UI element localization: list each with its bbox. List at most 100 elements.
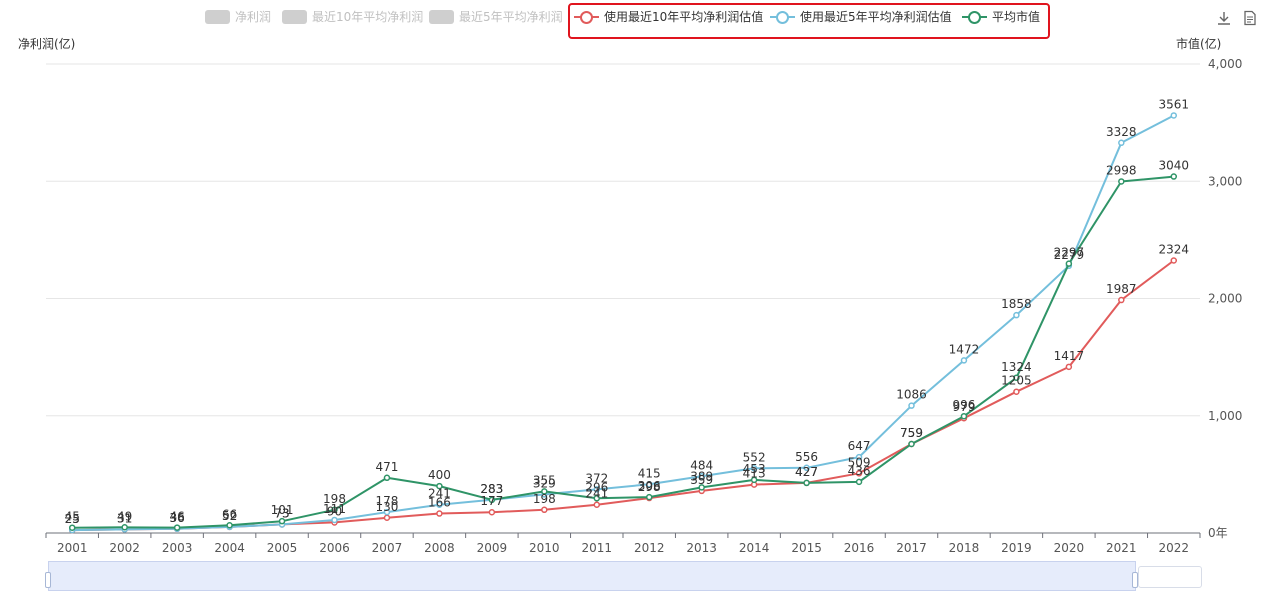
data-point[interactable] <box>1065 363 1073 371</box>
data-point[interactable] <box>1013 311 1020 319</box>
data-point[interactable] <box>908 440 915 448</box>
x-tick-label: 2006 <box>319 541 350 555</box>
x-tick-label: 2020 <box>1054 541 1085 555</box>
x-tick-label: 2004 <box>214 541 245 555</box>
x-tick-label: 2015 <box>791 541 822 555</box>
x-tick-label: 2019 <box>1001 541 1032 555</box>
data-label: 1472 <box>949 342 980 356</box>
data-label: 1417 <box>1054 349 1085 363</box>
data-point[interactable] <box>173 524 181 531</box>
data-label: 241 <box>428 487 451 501</box>
legend-swatch <box>205 9 230 24</box>
data-point[interactable] <box>1170 173 1178 180</box>
left-axis-name: 净利润(亿) <box>18 37 76 51</box>
legend-line-icon <box>770 10 795 24</box>
data-point[interactable] <box>121 524 128 531</box>
y-tick-label: 3,000 <box>1208 174 1242 188</box>
legend-item-valuation-5y[interactable]: 使用最近5年平均净利润估值 <box>770 8 952 25</box>
data-label: 3561 <box>1158 97 1189 111</box>
data-point[interactable] <box>226 522 233 529</box>
data-point[interactable] <box>645 493 653 501</box>
download-icon[interactable] <box>1216 10 1232 26</box>
data-point[interactable] <box>541 506 548 514</box>
x-tick-label: 2016 <box>844 541 875 555</box>
data-point[interactable] <box>1013 388 1020 395</box>
series-lines <box>68 112 1178 534</box>
data-label: 1086 <box>896 388 927 402</box>
data-label: 1987 <box>1106 282 1137 296</box>
data-point[interactable] <box>908 402 915 409</box>
data-label: 3040 <box>1158 159 1189 173</box>
legend-swatch <box>282 9 307 24</box>
right-axis-name: 市值(亿) <box>1176 37 1222 51</box>
data-label: 2324 <box>1158 243 1189 257</box>
y-tick-label: 4,000 <box>1208 57 1242 71</box>
data-label: 49 <box>117 509 132 523</box>
data-point[interactable] <box>855 478 863 486</box>
legend-item-avg-market-cap[interactable]: 平均市值 <box>962 8 1040 25</box>
y-tick-label: 2,000 <box>1208 292 1242 306</box>
legend-label: 使用最近5年平均净利润估值 <box>800 10 952 24</box>
legend-label: 平均市值 <box>992 10 1041 24</box>
data-label: 400 <box>428 468 451 482</box>
data-label: 1324 <box>1001 360 1032 374</box>
data-point[interactable] <box>1118 178 1125 185</box>
data-label: 647 <box>848 439 871 453</box>
data-point[interactable] <box>1170 257 1178 264</box>
data-point[interactable] <box>383 474 391 482</box>
data-label: 178 <box>376 494 399 508</box>
data-point[interactable] <box>1118 139 1125 147</box>
data-point[interactable] <box>383 514 391 522</box>
x-tick-label: 2021 <box>1106 541 1137 555</box>
x-tick-label: 2005 <box>267 541 298 555</box>
x-tick-label: 2003 <box>162 541 193 555</box>
x-tick-label: 2007 <box>372 541 403 555</box>
data-point[interactable] <box>960 357 968 364</box>
x-tick-label: 2008 <box>424 541 455 555</box>
data-point[interactable] <box>488 508 496 516</box>
y-tick-label: 1,000 <box>1208 409 1242 423</box>
data-label: 556 <box>795 450 818 464</box>
data-label: 355 <box>533 473 556 487</box>
legend-label: 最近5年平均净利润 <box>459 10 563 24</box>
data-point[interactable] <box>593 501 601 508</box>
legend-label: 净利润 <box>235 10 272 24</box>
data-label: 389 <box>690 469 713 483</box>
legend-item-valuation-10y[interactable]: 使用最近10年平均净利润估值 <box>574 8 763 25</box>
data-label: 436 <box>848 464 871 478</box>
legend-line-icon <box>574 10 599 24</box>
data-label: 1858 <box>1001 297 1032 311</box>
data-label: 2297 <box>1054 246 1085 260</box>
legend-item-net-profit[interactable]: 净利润 <box>205 8 271 25</box>
data-label: 3328 <box>1106 125 1137 139</box>
legend-label: 最近10年平均净利润 <box>312 10 424 24</box>
right-y-axis: 0年 1,000 2,000 3,000 4,000 <box>1208 57 1242 540</box>
legend-item-avg10-profit[interactable]: 最近10年平均净利润 <box>282 8 423 25</box>
data-label: 1205 <box>1001 374 1032 388</box>
data-point[interactable] <box>960 412 968 420</box>
data-label: 2998 <box>1106 163 1137 177</box>
data-point[interactable] <box>1118 296 1125 304</box>
data-label: 46 <box>169 510 184 524</box>
data-label: 198 <box>323 492 346 506</box>
data-label: 177 <box>480 494 503 508</box>
zoom-track-rest <box>1138 566 1202 588</box>
data-point[interactable] <box>803 479 810 487</box>
data-label: 759 <box>900 426 923 440</box>
x-tick-label: 2013 <box>686 541 717 555</box>
data-label: 66 <box>222 507 237 521</box>
data-label: 996 <box>953 398 976 412</box>
document-icon[interactable] <box>1242 10 1258 26</box>
data-point[interactable] <box>1065 260 1073 267</box>
legend-item-avg5-profit[interactable]: 最近5年平均净利润 <box>429 8 563 25</box>
data-label: 296 <box>585 480 608 494</box>
data-zoom-slider[interactable] <box>48 561 1136 591</box>
x-tick-label: 2014 <box>739 541 770 555</box>
x-tick-label: 2011 <box>581 541 612 555</box>
data-label: 45 <box>65 510 80 524</box>
x-tick-label: 2001 <box>57 541 88 555</box>
data-point[interactable] <box>436 510 443 517</box>
x-tick-label: 2010 <box>529 541 560 555</box>
data-point[interactable] <box>1170 112 1178 119</box>
data-label: 198 <box>533 492 556 506</box>
